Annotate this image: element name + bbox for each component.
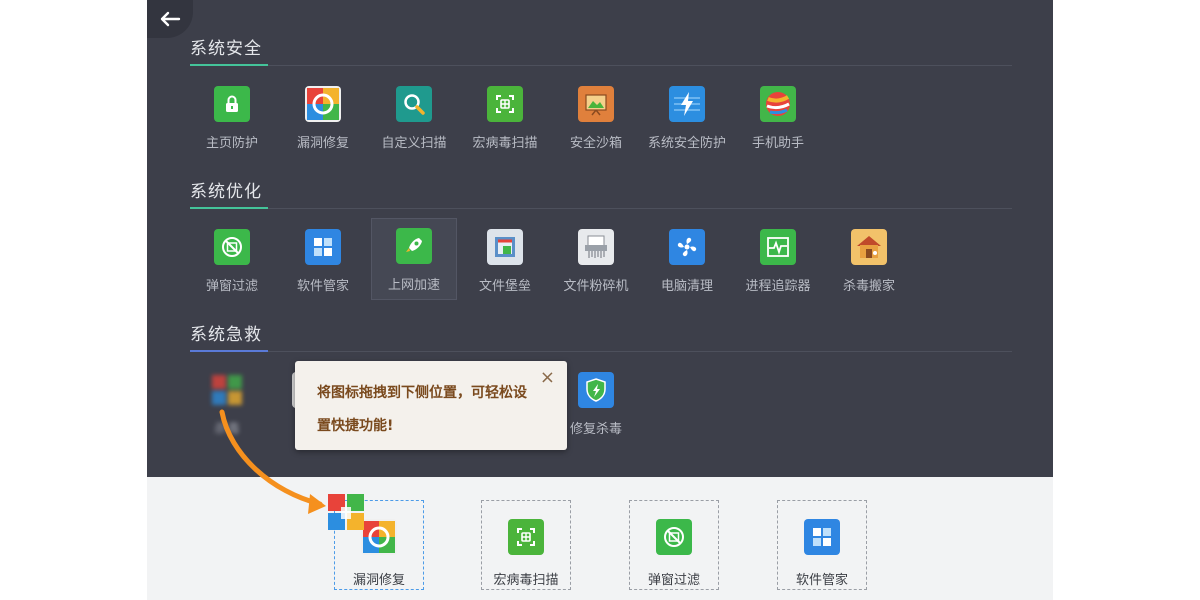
tile-label: 进程追踪器 [745, 279, 811, 294]
section-accent [190, 350, 268, 352]
tile-vulnerability-fix[interactable]: 漏洞修复 [280, 84, 366, 164]
shortcut-slot-popup-filter[interactable]: 弹窗过滤 [629, 500, 719, 590]
tile-label: 弹窗过滤 [205, 279, 258, 294]
section-title-emergency: 系统急救 [190, 325, 262, 345]
tile-label: 系统安全防护 [647, 136, 726, 151]
tile-software-manager[interactable]: 软件管家 [280, 227, 366, 307]
tile-antivirus-relocate[interactable]: 杀毒搬家 [826, 227, 912, 307]
tile-label: 漏洞修复 [296, 136, 349, 151]
tile-label: 安全沙箱 [569, 136, 622, 151]
tile-system-protection[interactable]: 系统安全防护 [644, 84, 730, 164]
tile-label: 修复杀毒 [569, 422, 622, 437]
dragging-windows-icon[interactable] [327, 493, 365, 531]
scan-frame-icon [508, 519, 544, 555]
rocket-icon [396, 228, 432, 264]
tile-process-tracker[interactable]: 进程追踪器 [735, 227, 821, 307]
file-fortress-icon [487, 229, 523, 265]
pulse-icon [760, 229, 796, 265]
tile-label: 主页防护 [205, 136, 258, 151]
lock-icon [214, 86, 250, 122]
tile-network-acceleration[interactable]: 上网加速 [371, 218, 457, 300]
tile-label: 自定义扫描 [381, 136, 447, 151]
shredder-icon [578, 229, 614, 265]
tile-pc-cleanup[interactable]: 电脑清理 [644, 227, 730, 307]
shortcut-slot-software-manager[interactable]: 软件管家 [777, 500, 867, 590]
shortcut-label: 漏洞修复 [352, 573, 405, 588]
patch-swirl-icon [361, 519, 397, 555]
software-grid-icon [804, 519, 840, 555]
fan-icon [669, 229, 705, 265]
section-title-optimization: 系统优化 [190, 182, 262, 202]
tile-label: 文件堡垒 [478, 279, 531, 294]
tile-label: 文件粉碎机 [563, 279, 629, 294]
tile-label: 电脑清理 [660, 279, 713, 294]
tile-label: 杀毒搬家 [842, 279, 895, 294]
house-icon [851, 229, 887, 265]
back-arrow-icon [160, 11, 181, 27]
tile-label: 软件管家 [296, 279, 349, 294]
patch-swirl-icon [305, 86, 341, 122]
magnifier-icon [396, 86, 432, 122]
tile-phone-assistant[interactable]: 手机助手 [735, 84, 821, 164]
tile-file-shredder[interactable]: 文件粉碎机 [553, 227, 639, 307]
lightning-icon [669, 86, 705, 122]
section-divider [190, 65, 1012, 66]
tile-label: 上网加速 [387, 278, 440, 293]
tile-homepage-protection[interactable]: 主页防护 [189, 84, 275, 164]
tile-file-fortress[interactable]: 文件堡垒 [462, 227, 548, 307]
sandbox-icon [578, 86, 614, 122]
close-icon[interactable]: × [540, 367, 555, 388]
tile-custom-scan[interactable]: 自定义扫描 [371, 84, 457, 164]
tile-macro-virus-scan[interactable]: 宏病毒扫描 [462, 84, 548, 164]
section-accent [190, 64, 268, 66]
shortcut-label: 宏病毒扫描 [493, 573, 559, 588]
shield-wrench-icon [578, 372, 614, 408]
section-accent [190, 207, 268, 209]
section-divider [190, 208, 1012, 209]
phone-ball-icon [760, 86, 796, 122]
tile-security-sandbox[interactable]: 安全沙箱 [553, 84, 639, 164]
popup-block-icon [214, 229, 250, 265]
shortcut-label: 软件管家 [795, 573, 848, 588]
tile-label: 宏病毒扫描 [472, 136, 538, 151]
shortcut-slot-macro-virus-scan[interactable]: 宏病毒扫描 [481, 500, 571, 590]
app-window: 系统安全 主页防护 漏洞修复 自定义扫描 宏病毒扫描 安全沙箱 系统安全防护 手… [147, 0, 1053, 600]
back-button[interactable] [147, 0, 193, 38]
section-divider [190, 351, 1012, 352]
popup-block-icon [656, 519, 692, 555]
scan-frame-icon [487, 86, 523, 122]
tile-popup-filter[interactable]: 弹窗过滤 [189, 227, 275, 307]
software-grid-icon [305, 229, 341, 265]
tile-label: 手机助手 [751, 136, 804, 151]
section-title-security: 系统安全 [190, 39, 262, 59]
shortcut-label: 弹窗过滤 [647, 573, 700, 588]
